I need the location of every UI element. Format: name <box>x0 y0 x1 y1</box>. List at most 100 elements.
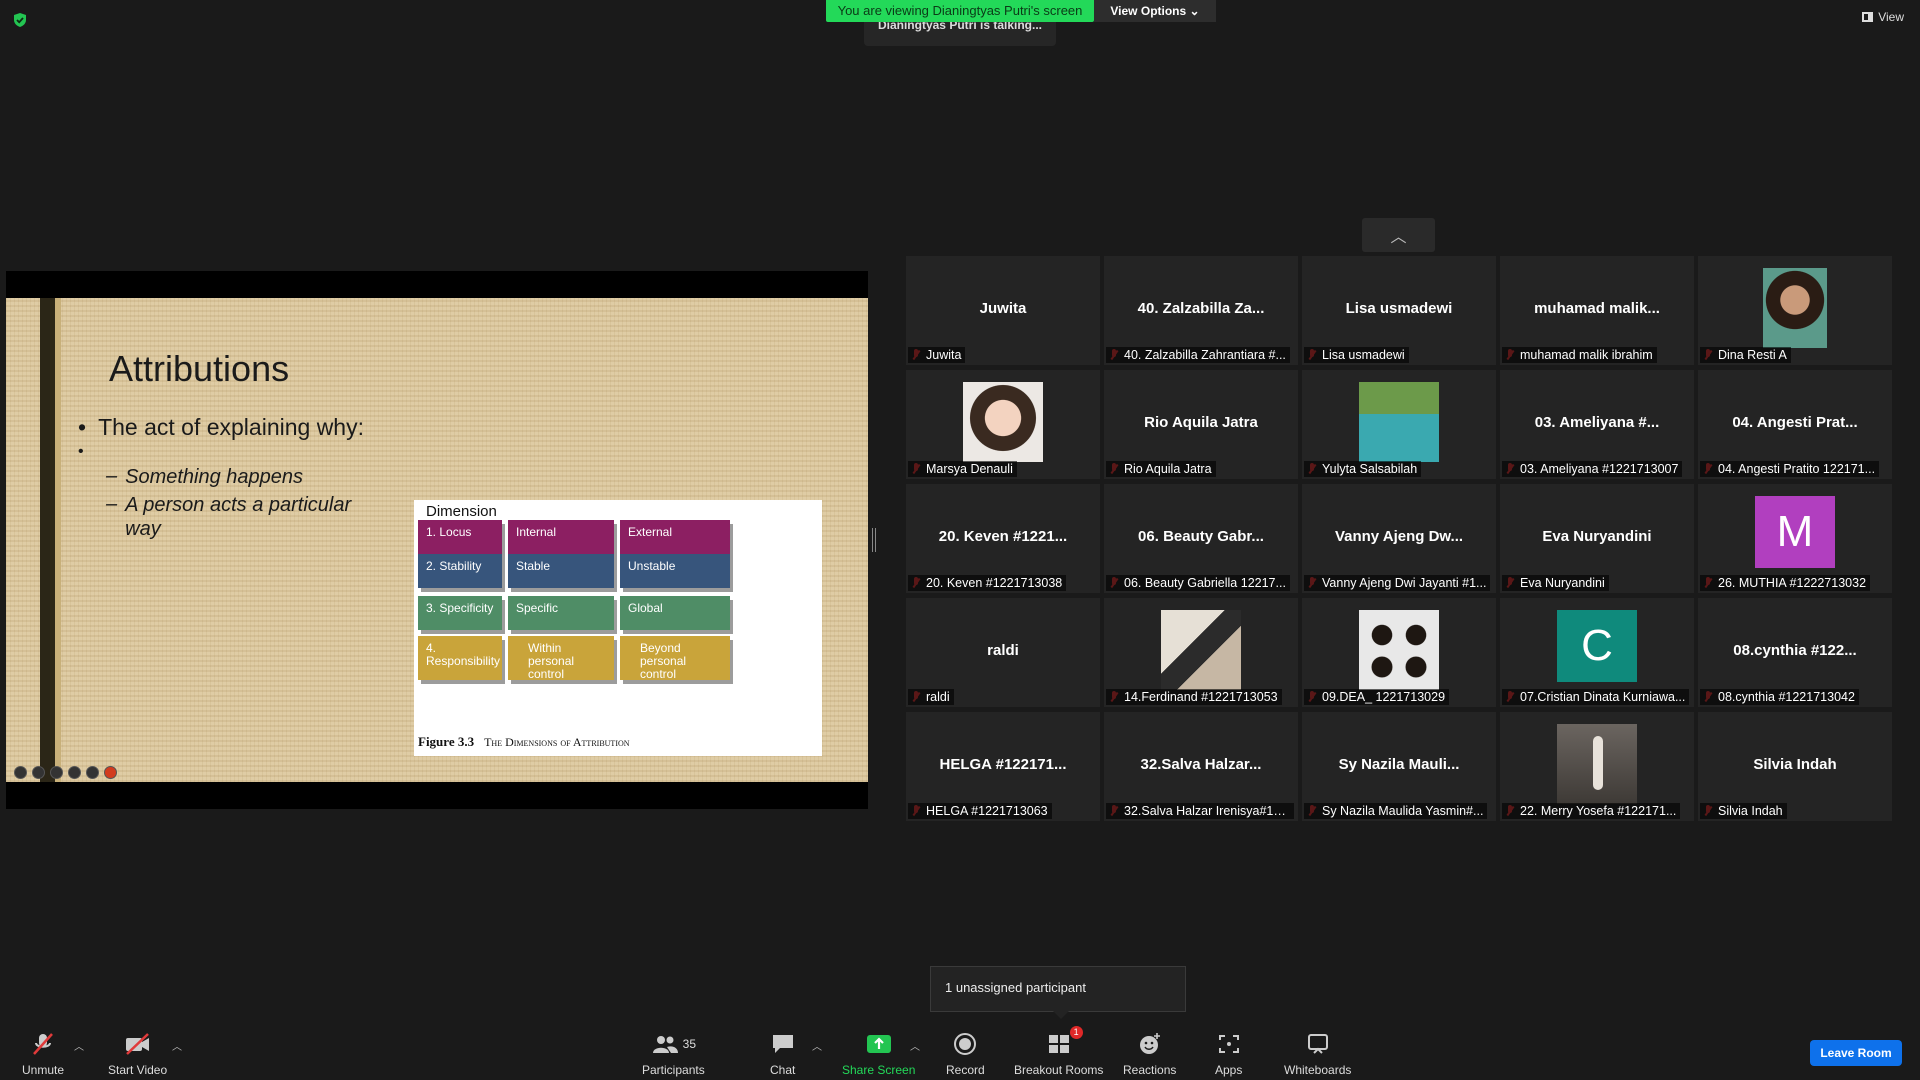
unmute-button[interactable]: Unmute <box>22 1032 64 1077</box>
reactions-button[interactable]: Reactions <box>1123 1032 1176 1077</box>
participant-tile[interactable]: muhamad malik... muhamad malik ibrahim <box>1500 256 1694 365</box>
participant-tile[interactable]: C 07.Cristian Dinata Kurniawa... <box>1500 598 1694 707</box>
participant-display-name: Juwita <box>979 300 1027 317</box>
participant-display-name: raldi <box>987 642 1019 659</box>
security-shield-icon[interactable] <box>12 12 28 28</box>
participant-display-name: HELGA #122171... <box>939 756 1067 773</box>
record-icon <box>954 1033 977 1055</box>
figure-cell: Unstable <box>620 554 730 588</box>
participant-display-name: Vanny Ajeng Dw... <box>1334 528 1464 545</box>
leave-room-button[interactable]: Leave Room <box>1810 1040 1902 1066</box>
participant-name-label: Vanny Ajeng Dwi Jayanti #1... <box>1304 575 1491 591</box>
participant-display-name: 06. Beauty Gabr... <box>1138 528 1264 545</box>
slide-sub-bullet: – A person acts a particular way <box>106 493 352 540</box>
view-button[interactable]: View <box>1862 10 1904 24</box>
participant-avatar: C <box>1557 610 1637 682</box>
figure-cell: Global <box>620 596 730 630</box>
unassigned-participant-tooltip[interactable]: 1 unassigned participant <box>930 966 1186 1019</box>
apps-label: Apps <box>1215 1063 1243 1077</box>
participant-video <box>1161 610 1241 690</box>
participants-button[interactable]: 35 Participants <box>642 1032 705 1077</box>
participant-tile[interactable]: M 26. MUTHIA #1222713032 <box>1698 484 1892 593</box>
participant-tile[interactable]: Vanny Ajeng Dw... Vanny Ajeng Dwi Jayanti… <box>1302 484 1496 593</box>
slide-prev-icon[interactable] <box>14 766 27 779</box>
whiteboard-icon <box>1307 1034 1328 1054</box>
participant-tile[interactable]: 03. Ameliyana #... 03. Ameliyana #1221713… <box>1500 370 1694 479</box>
view-options-label: View Options <box>1110 4 1187 18</box>
participant-name-label: 08.cynthia #1221713042 <box>1700 689 1859 705</box>
participant-display-name: 32.Salva Halzar... <box>1140 756 1262 773</box>
participant-video <box>1359 382 1439 462</box>
audio-options-caret[interactable]: ︿ <box>74 1038 84 1053</box>
unmute-label: Unmute <box>22 1063 65 1077</box>
chat-button[interactable]: Chat <box>770 1032 795 1077</box>
participant-tile[interactable]: 22. Merry Yosefa #122171... <box>1500 712 1694 821</box>
participant-tile[interactable]: Marsya Denauli <box>906 370 1100 479</box>
video-options-caret[interactable]: ︿ <box>172 1038 182 1053</box>
share-screen-button[interactable]: Share Screen <box>842 1032 915 1077</box>
participant-display-name: 20. Keven #1221... <box>938 528 1068 545</box>
gallery-page-up-button[interactable]: ︿ <box>1362 218 1435 252</box>
figure-cell: Within personal control <box>508 636 614 681</box>
attribution-dimensions-figure: Dimension 1. Locus Internal External 2. Sta… <box>414 500 822 756</box>
participant-tile[interactable]: raldi raldi <box>906 598 1100 707</box>
viewing-screen-banner: You are viewing Dianingtyas Putri's scre… <box>826 0 1094 22</box>
participant-tile[interactable]: 09.DEA_ 1221713029 <box>1302 598 1496 707</box>
reactions-label: Reactions <box>1123 1063 1177 1077</box>
record-button[interactable]: Record <box>946 1032 985 1077</box>
start-video-button[interactable]: Start Video <box>108 1032 167 1077</box>
view-options-button[interactable]: View Options ⌄ <box>1094 0 1216 22</box>
participant-name-label: HELGA #1221713063 <box>908 803 1052 819</box>
participant-tile[interactable]: 04. Angesti Prat... 04. Angesti Pratito 1… <box>1698 370 1892 479</box>
participant-tile[interactable]: 14.Ferdinand #1221713053 <box>1104 598 1298 707</box>
participant-tile[interactable]: Eva Nuryandini Eva Nuryandini <box>1500 484 1694 593</box>
figure-cell: Specific <box>508 596 614 630</box>
participant-tile[interactable]: Sy Nazila Mauli... Sy Nazila Maulida Yasm… <box>1302 712 1496 821</box>
slide-video-icon[interactable] <box>68 766 81 779</box>
figure-cell: 2. Stability <box>418 554 502 588</box>
apps-button[interactable]: Apps <box>1215 1032 1242 1077</box>
chat-options-caret[interactable]: ︿ <box>812 1038 822 1053</box>
apps-icon <box>1218 1035 1239 1053</box>
participant-display-name: Lisa usmadewi <box>1345 300 1453 317</box>
slide-border-decoration <box>40 298 55 782</box>
whiteboards-button[interactable]: Whiteboards <box>1284 1032 1351 1077</box>
participant-tile[interactable]: Dina Resti A <box>1698 256 1892 365</box>
participant-tile[interactable]: Yulyta Salsabilah <box>1302 370 1496 479</box>
share-options-caret[interactable]: ︿ <box>910 1038 920 1053</box>
slide-pen-icon[interactable] <box>32 766 45 779</box>
participant-display-name: 40. Zalzabilla Za... <box>1137 300 1265 317</box>
participant-name-label: Eva Nuryandini <box>1502 575 1609 591</box>
participant-tile[interactable]: Lisa usmadewi Lisa usmadewi <box>1302 256 1496 365</box>
participant-tile[interactable]: Silvia Indah Silvia Indah <box>1698 712 1892 821</box>
participant-name-label: 32.Salva Halzar Irenisya#12... <box>1106 803 1294 819</box>
participant-name-label: Yulyta Salsabilah <box>1304 461 1422 477</box>
slide-more-icon[interactable] <box>86 766 99 779</box>
participant-name-label: raldi <box>908 689 954 705</box>
split-view-handle[interactable] <box>872 528 876 552</box>
participant-tile[interactable]: 32.Salva Halzar... 32.Salva Halzar Irenis… <box>1104 712 1298 821</box>
participant-name-label: muhamad malik ibrahim <box>1502 347 1657 363</box>
participant-tile[interactable]: 20. Keven #1221... 20. Keven #1221713038 <box>906 484 1100 593</box>
figure-cell: 4. Responsibility <box>418 636 502 680</box>
participant-tile[interactable]: Rio Aquila Jatra Rio Aquila Jatra <box>1104 370 1298 479</box>
participant-display-name: muhamad malik... <box>1534 300 1660 317</box>
slide-subtitle-icon[interactable] <box>50 766 63 779</box>
participant-gallery: Juwita Juwita 40. Zalzabilla Za... 40. Zalz… <box>906 256 1892 821</box>
participant-name-label: Dina Resti A <box>1700 347 1791 363</box>
participant-tile[interactable]: HELGA #122171... HELGA #1221713063 <box>906 712 1100 821</box>
breakout-rooms-button[interactable]: 1 Breakout Rooms <box>1014 1026 1103 1077</box>
figure-cell: 3. Specificity <box>418 596 502 630</box>
participant-tile[interactable]: 40. Zalzabilla Za... 40. Zalzabilla Zahra… <box>1104 256 1298 365</box>
chevron-down-icon: ⌄ <box>1189 4 1200 18</box>
participant-tile[interactable]: 08.cynthia #122... 08.cynthia #1221713042 <box>1698 598 1892 707</box>
slide-next-icon[interactable] <box>104 766 117 779</box>
participant-video <box>1763 268 1827 348</box>
view-label: View <box>1878 10 1904 24</box>
participant-name-label: 40. Zalzabilla Zahrantiara #... <box>1106 347 1290 363</box>
participant-tile[interactable]: 06. Beauty Gabr... 06. Beauty Gabriella 1… <box>1104 484 1298 593</box>
muted-mic-icon <box>33 1033 53 1055</box>
participant-tile[interactable]: Juwita Juwita <box>906 256 1100 365</box>
chevron-up-icon: ︿ <box>1390 229 1407 246</box>
participant-video <box>963 382 1043 462</box>
